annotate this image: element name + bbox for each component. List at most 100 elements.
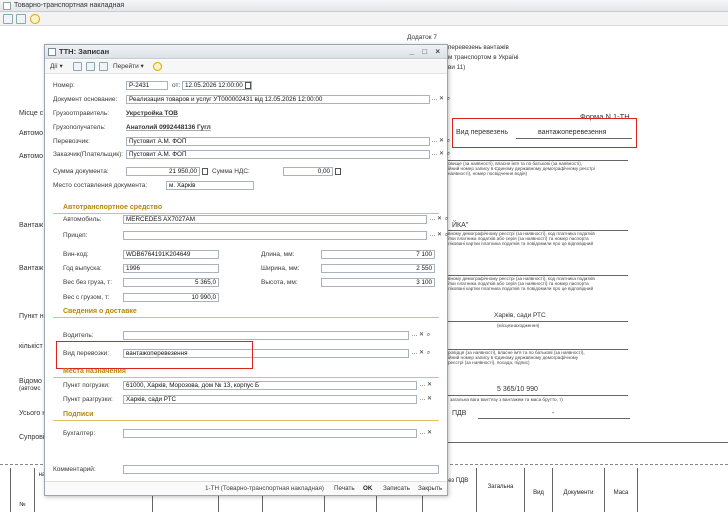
pricep-label: Прицеп: — [63, 232, 88, 239]
vin-label: Вин-код: — [63, 251, 89, 258]
god-field[interactable]: 1996 — [123, 264, 219, 273]
left-label-4: Вантаж — [19, 265, 44, 272]
right-note-3: ви 11) — [448, 64, 466, 71]
select-icon: … — [431, 96, 438, 102]
highlight-vid-perevozki — [56, 341, 253, 369]
razgruzki-label: Пункт разгрузки: — [63, 396, 113, 403]
zakazchik-buttons[interactable]: …✕ ⌕ — [431, 150, 452, 159]
document-icon — [3, 2, 11, 10]
search-icon: ⌕ — [446, 96, 451, 102]
help-icon[interactable] — [153, 62, 162, 71]
comment-field[interactable] — [123, 465, 439, 474]
dlina-label: Длина, мм: — [261, 251, 295, 258]
perevozchik-label: Перевозчик: — [53, 138, 90, 145]
ttn-dialog: ТТН: Записан _ □ × Дії ▾ Перейти ▾ Номер… — [44, 44, 450, 496]
ot-label: от: — [172, 82, 181, 89]
auto-buttons[interactable]: …✕ ⌕ — [429, 215, 450, 224]
voditel-buttons[interactable]: …✕ ⌕ — [411, 331, 432, 340]
s-label: Вес с грузом, т: — [63, 294, 110, 301]
god-label: Год выпуска: — [63, 265, 102, 272]
close-button[interactable]: Закрыть — [418, 482, 442, 496]
perevozchik-field[interactable]: Пустовит А.М. ФОП — [126, 137, 430, 146]
vysota-field[interactable]: 3 100 — [321, 278, 435, 287]
save-close-icon[interactable] — [73, 62, 82, 71]
weights-caption: загальна вага вант'язу з вантажем та мас… — [450, 397, 563, 402]
table-header-8: Загальна — [476, 468, 524, 512]
actions-menu[interactable]: Дії ▾ — [50, 60, 63, 74]
pogruzki-field[interactable]: 61000, Харків, Морозова, дом № 13, корпу… — [123, 381, 417, 390]
left-label-10: Супрові — [19, 434, 45, 441]
nds-field[interactable]: 0,00 — [283, 167, 333, 176]
left-label-6: кількіст — [19, 343, 43, 350]
calendar-icon[interactable] — [245, 82, 251, 89]
punkt-value: Харків, сади РТС — [494, 312, 546, 319]
pricep-field[interactable] — [123, 231, 427, 240]
goto-menu[interactable]: Перейти ▾ — [113, 60, 144, 74]
print-form-button[interactable]: 1-ТН (Товарно-транспортная накладная) — [205, 482, 324, 496]
razgruzki-buttons[interactable]: …✕ — [419, 395, 433, 404]
left-label-2: Автомо — [19, 153, 43, 160]
summa-field[interactable]: 21 950,00 — [126, 167, 200, 176]
help-icon[interactable] — [30, 14, 40, 24]
dialog-titlebar[interactable]: ТТН: Записан _ □ × — [45, 45, 447, 59]
vysota-label: Высота, мм: — [261, 279, 298, 286]
zakazchik-label: Заказчик(Плательщик): — [53, 151, 124, 158]
window-controls[interactable]: _ □ × — [410, 45, 443, 59]
table-header-10: Документи — [552, 468, 604, 512]
small-block-3: вному демографічному реєстрі (за наявнос… — [448, 276, 595, 292]
save-button[interactable]: Записать — [383, 482, 410, 496]
table-header-9: Вид — [524, 468, 552, 512]
grid-icon[interactable] — [86, 62, 95, 71]
shirina-field[interactable]: 2 550 — [321, 264, 435, 273]
dlina-field[interactable]: 7 100 — [321, 250, 435, 259]
delivery-section-title: Сведения о доставке — [63, 308, 137, 315]
left-label-1: Автомо — [19, 130, 43, 137]
main-titlebar: Товарно-транспортная накладная — [0, 0, 728, 12]
osnovanie-field[interactable]: Реализация товаров и услуг УТ000002431 в… — [126, 95, 430, 104]
pdv-dash: - — [552, 410, 555, 417]
vid-buttons[interactable]: …✕ ⌕ — [411, 349, 432, 358]
osnovanie-buttons[interactable]: …✕ ⌕ — [431, 95, 452, 104]
perevozchik-buttons[interactable]: …✕ ⌕ — [431, 137, 452, 146]
print-icon[interactable] — [99, 62, 108, 71]
small-block-1: овище (за наявності), власне ім'я та по … — [448, 161, 595, 177]
s-field[interactable]: 10 990,0 — [123, 293, 219, 302]
voditel-field[interactable] — [123, 331, 409, 340]
print-button[interactable]: Печать — [334, 482, 355, 496]
nds-label: Сумма НДС: — [212, 168, 250, 175]
pogruzki-label: Пункт погрузки: — [63, 382, 110, 389]
gruzopol-label: Грузополучатель: — [53, 124, 106, 131]
places-section-title: Места назначения — [63, 368, 126, 375]
left-label-9: Усього н — [19, 410, 47, 417]
left-label-3: Вантаж — [19, 222, 44, 229]
buh-field[interactable] — [123, 429, 417, 438]
clear-icon: ✕ — [438, 96, 445, 102]
buh-label: Бухгалтер: — [63, 430, 96, 437]
bez-label: Вес без груза, т: — [63, 279, 113, 286]
bez-field[interactable]: 5 365,0 — [123, 278, 219, 287]
pogruzki-buttons[interactable]: …✕ — [419, 381, 433, 390]
gruzopol-link[interactable]: Анатолий 0992448136 Гугл — [126, 123, 211, 132]
ok-button[interactable]: OK — [363, 482, 372, 496]
table-icon[interactable] — [3, 14, 13, 24]
dialog-toolbar: Дії ▾ Перейти ▾ — [45, 60, 447, 74]
buh-buttons[interactable]: …✕ — [419, 429, 433, 438]
nomer-field[interactable]: Р-2431 — [126, 81, 168, 90]
highlight-vid-perevezen — [452, 118, 637, 148]
razgruzki-field[interactable]: Харків, сади РТС — [123, 395, 417, 404]
vin-field[interactable]: WDB6764191K204649 — [123, 250, 219, 259]
table-header-11: Маса — [604, 468, 638, 512]
pricep-buttons[interactable]: …✕ ⌕ — [429, 231, 450, 240]
auto-section-title: Автотранспортное средство — [63, 204, 163, 211]
small-block-4: ровідця (за наявності), власне ім'я та п… — [448, 350, 585, 366]
date-field[interactable]: 12.05.2026 12:00:00 — [182, 81, 252, 90]
mesto-field[interactable]: м. Харків — [166, 181, 254, 190]
auto-field[interactable]: MERCEDES AX7027AM — [123, 215, 427, 224]
gruzootpr-label: Грузоотправитель: — [53, 110, 110, 117]
gruzootpr-link[interactable]: Укрстройка ТОВ — [126, 109, 178, 118]
save-icon[interactable] — [16, 14, 26, 24]
zakazchik-field[interactable]: Пустовит А.М. ФОП — [126, 150, 430, 159]
calculator-icon[interactable] — [202, 168, 208, 175]
calculator-icon[interactable] — [335, 168, 341, 175]
dialog-footer: 1-ТН (Товарно-транспортная накладная) Пе… — [45, 481, 447, 495]
